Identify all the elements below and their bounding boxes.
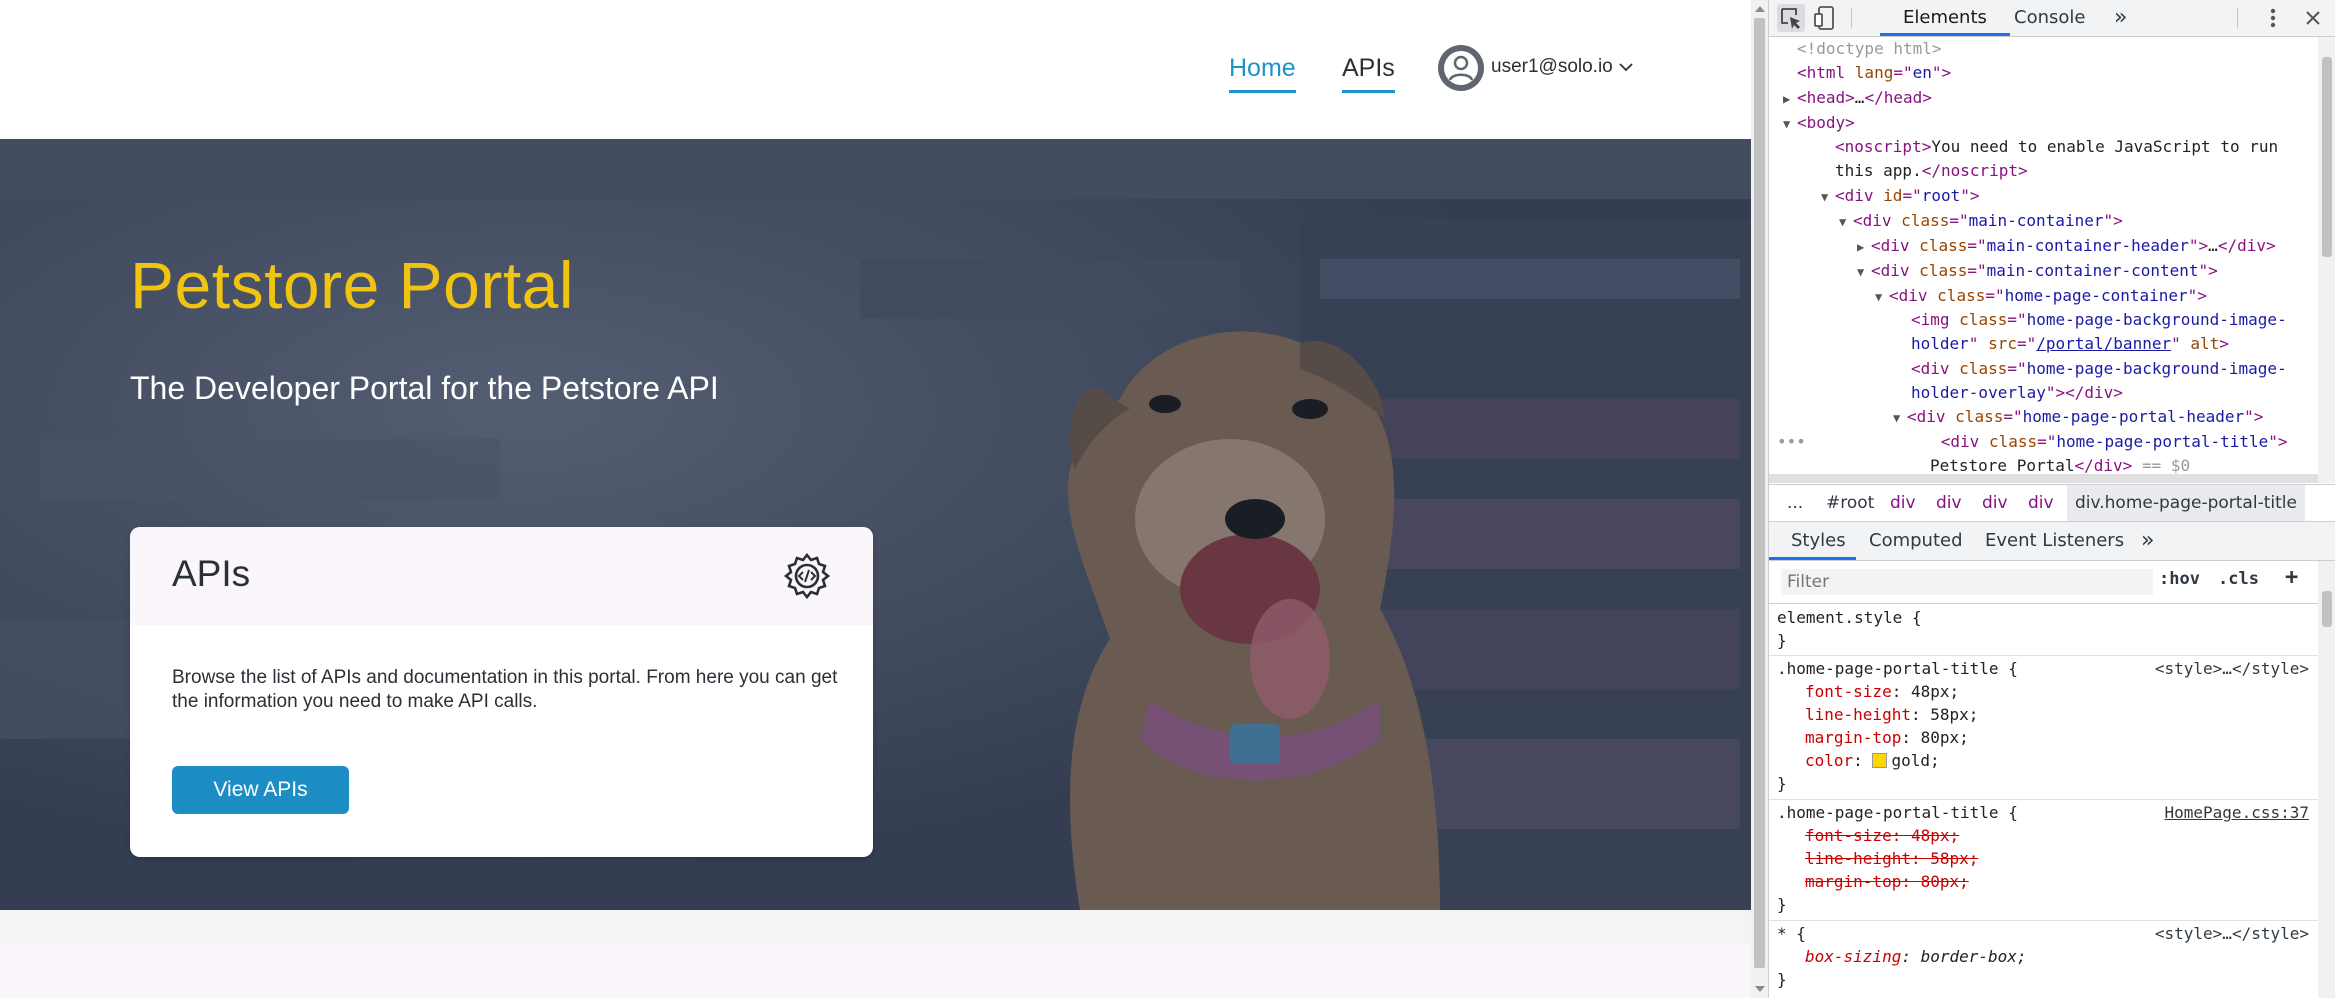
apis-card-title: APIs <box>172 553 251 594</box>
breadcrumb-root[interactable]: #root <box>1826 485 1874 521</box>
hover-state-toggle[interactable]: :hov <box>2159 569 2200 589</box>
nav-home-link[interactable]: Home <box>1229 50 1296 93</box>
styles-filter-input[interactable] <box>1781 569 2153 595</box>
user-menu-label[interactable]: user1@solo.io <box>1491 56 1613 78</box>
styles-filter-bar: :hov .cls + <box>1769 561 2335 604</box>
rule-prop-margin-top-overridden[interactable]: margin-top: 80px; <box>1805 870 1969 893</box>
dom-node-img[interactable]: <img class="home-page-background-image- <box>1911 308 2287 332</box>
portal-subtitle: The Developer Portal for the Petstore AP… <box>130 370 719 406</box>
nav-apis-link[interactable]: APIs <box>1342 50 1395 93</box>
apis-card: APIs Browse the list of APIs and documen… <box>130 527 873 857</box>
apis-card-description: Browse the list of APIs and documentatio… <box>172 667 838 712</box>
rule-prop-line-height-overridden[interactable]: line-height: 58px; <box>1805 847 1978 870</box>
tab-computed[interactable]: Computed <box>1869 522 1963 560</box>
close-icon[interactable] <box>2299 4 2327 32</box>
dom-node-main-container-content[interactable]: ▼ <div class="main-container-content"> <box>1857 259 2218 283</box>
dom-node-main-container[interactable]: ▼ <div class="main-container"> <box>1839 209 2123 233</box>
breadcrumb-selected[interactable]: div.home-page-portal-title <box>2067 485 2305 521</box>
kebab-menu-icon[interactable] <box>2259 4 2287 32</box>
page-scrollbar[interactable] <box>1751 0 1768 998</box>
portal-title: Petstore Portal <box>130 248 575 322</box>
color-swatch[interactable] <box>1872 753 1888 768</box>
dom-node-body[interactable]: ▼ <body> <box>1783 111 1855 135</box>
devtools-toolbar: Elements Console » <box>1769 0 2335 37</box>
devtools-panel: Elements Console » <!doctype html> <html… <box>1768 0 2335 998</box>
page-viewport: Home APIs user1@solo.io Petstore Portal … <box>0 0 1751 998</box>
page-footer-area <box>0 910 1751 998</box>
dom-node-portal-header[interactable]: ▼ <div class="home-page-portal-header"> <box>1893 405 2263 429</box>
api-gear-icon <box>783 552 831 600</box>
hero-banner: Petstore Portal The Developer Portal for… <box>0 139 1751 910</box>
dom-node-overlay[interactable]: <div class="home-page-background-image- <box>1911 357 2287 381</box>
breadcrumb-div-4[interactable]: div <box>2028 485 2054 521</box>
breadcrumb-ellipsis[interactable]: ... <box>1787 485 1803 521</box>
dom-node-main-container-header[interactable]: ▶ <div class="main-container-header">…</d… <box>1857 234 2276 258</box>
rule-prop-line-height[interactable]: line-height: 58px; <box>1805 703 1978 726</box>
apis-card-header: APIs <box>130 527 873 625</box>
tab-elements[interactable]: Elements <box>1903 0 1987 36</box>
styles-rules: element.style { } .home-page-portal-titl… <box>1769 604 2318 998</box>
dom-node-html[interactable]: <html lang="en"> <box>1797 61 1951 85</box>
stylesheet-source-link[interactable]: HomePage.css:37 <box>2165 801 2310 824</box>
dom-node-portal-title-text[interactable]: Petstore Portal</div> == $0 <box>1930 454 2190 478</box>
dom-node-portal-title[interactable]: ••• <div class="home-page-portal-title"> <box>1777 430 2288 454</box>
tab-console[interactable]: Console <box>2014 0 2085 36</box>
dom-breadcrumb: ... #root div div div div div.home-page-… <box>1769 484 2335 522</box>
device-toolbar-icon[interactable] <box>1811 4 1839 32</box>
rule-element-style[interactable]: element.style { <box>1777 606 1922 629</box>
more-tabs-chevron-icon[interactable]: » <box>2114 0 2127 36</box>
rule-prop-margin-top[interactable]: margin-top: 80px; <box>1805 726 1969 749</box>
dom-node-root[interactable]: ▼ <div id="root"> <box>1821 184 1980 208</box>
rule-prop-font-size[interactable]: font-size: 48px; <box>1805 680 1959 703</box>
tab-event-listeners[interactable]: Event Listeners <box>1985 522 2124 560</box>
user-avatar-icon[interactable] <box>1437 44 1485 92</box>
breadcrumb-div-3[interactable]: div <box>1982 485 2008 521</box>
rule-portal-title-1[interactable]: .home-page-portal-title {<style>…</style… <box>1777 657 2317 680</box>
tab-styles[interactable]: Styles <box>1791 522 1846 560</box>
rule-universal[interactable]: * {<style>…</style> <box>1777 922 2317 945</box>
dom-node-overlay-cont[interactable]: holder-overlay"></div> <box>1911 381 2123 405</box>
dom-node-head[interactable]: ▶ <head>…</head> <box>1783 86 1932 110</box>
dom-node-noscript-cont[interactable]: this app.</noscript> <box>1835 159 2028 183</box>
styles-pane-tabs: Styles Computed Event Listeners » <box>1769 522 2335 561</box>
dom-node-img-cont[interactable]: holder" src="/portal/banner" alt> <box>1911 332 2229 356</box>
breadcrumb-div-2[interactable]: div <box>1936 485 1962 521</box>
dom-node-home-page-container[interactable]: ▼ <div class="home-page-container"> <box>1875 284 2207 308</box>
inspect-element-icon[interactable] <box>1777 4 1805 32</box>
breadcrumb-div-1[interactable]: div <box>1890 485 1916 521</box>
rule-portal-title-2[interactable]: .home-page-portal-title {HomePage.css:37 <box>1777 801 2317 824</box>
new-rule-plus-icon[interactable]: + <box>2285 565 2298 590</box>
dom-tree-scrollbar[interactable] <box>2318 37 2335 483</box>
portal-header: Home APIs user1@solo.io <box>0 0 1751 139</box>
dom-doctype[interactable]: <!doctype html> <box>1797 37 1942 61</box>
rule-prop-color[interactable]: color: gold; <box>1805 749 1940 772</box>
class-toggle[interactable]: .cls <box>2218 569 2259 589</box>
styles-scrollbar[interactable] <box>2318 561 2335 998</box>
more-panes-chevron-icon[interactable]: » <box>2141 522 2154 560</box>
dom-tree: <!doctype html> <html lang="en"> ▶ <head>… <box>1769 37 2318 483</box>
dom-node-noscript[interactable]: <noscript>You need to enable JavaScript … <box>1835 135 2278 159</box>
view-apis-button[interactable]: View APIs <box>172 766 349 814</box>
rule-prop-font-size-overridden[interactable]: font-size: 48px; <box>1805 824 1959 847</box>
rule-prop-box-sizing[interactable]: box-sizing: border-box; <box>1805 945 2027 968</box>
chevron-down-icon[interactable] <box>1618 61 1634 73</box>
